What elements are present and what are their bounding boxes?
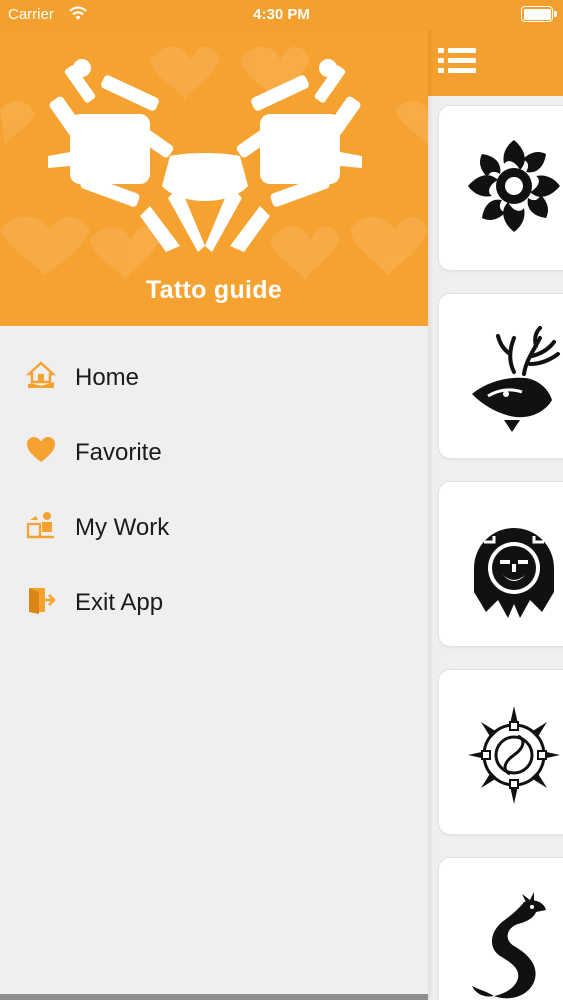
app-title: Tatto guide bbox=[145, 276, 283, 304]
menu-item-home[interactable]: Home bbox=[0, 344, 428, 404]
tattoo-card[interactable] bbox=[438, 857, 563, 1000]
list-icon[interactable] bbox=[438, 46, 478, 78]
tattoo-card[interactable] bbox=[438, 293, 563, 459]
aztec-sun-mask-tattoo-icon bbox=[474, 528, 554, 618]
navigation-drawer: Tatto guide Home Favorite My Work Exit A… bbox=[0, 0, 428, 1000]
tattoo-card[interactable] bbox=[438, 481, 563, 647]
exit-door-icon bbox=[29, 588, 56, 614]
tattoo-card[interactable] bbox=[438, 105, 563, 271]
menu-item-label: Home bbox=[75, 364, 140, 391]
drawer-header: Tatto guide bbox=[0, 0, 428, 326]
tattoo-card[interactable] bbox=[438, 669, 563, 835]
menu-item-label: My Work bbox=[75, 514, 170, 541]
work-desk-icon bbox=[26, 512, 54, 539]
heart-icon bbox=[27, 437, 55, 462]
tribal-spiral-sun-tattoo-icon bbox=[468, 706, 560, 804]
menu-item-label: Favorite bbox=[75, 439, 162, 466]
status-bar: Carrier 4:30 PM bbox=[0, 0, 563, 30]
menu-item-label: Exit App bbox=[75, 589, 164, 616]
menu-item-my-work[interactable]: My Work bbox=[0, 494, 428, 554]
menu-item-exit-app[interactable]: Exit App bbox=[0, 569, 428, 629]
tribal-sun-tattoo-icon bbox=[468, 140, 560, 232]
menu-item-favorite[interactable]: Favorite bbox=[0, 419, 428, 479]
tribal-dragon-tattoo-icon bbox=[472, 892, 546, 999]
bottom-divider bbox=[0, 994, 428, 1000]
tattoo-machine-logo bbox=[48, 59, 362, 252]
tribal-deer-tattoo-icon bbox=[472, 326, 560, 432]
battery-icon bbox=[521, 6, 557, 22]
status-time: 4:30 PM bbox=[253, 6, 310, 23]
main-content bbox=[428, 0, 563, 1000]
home-icon bbox=[26, 361, 56, 388]
